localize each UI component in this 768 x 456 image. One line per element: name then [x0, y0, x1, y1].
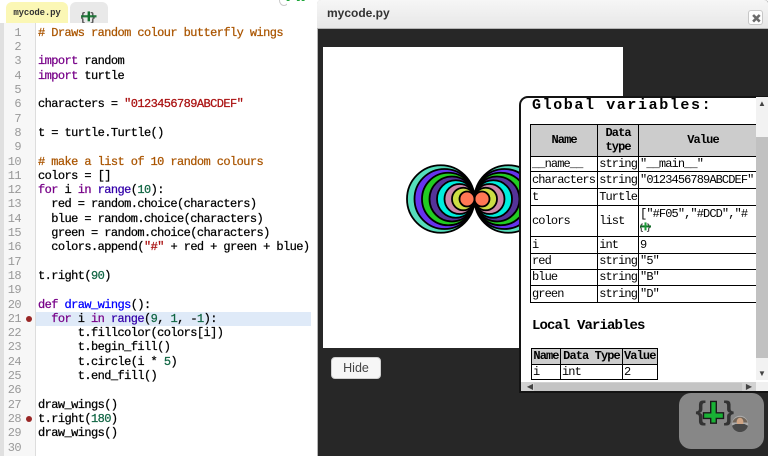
- svg-text:{: {: [696, 396, 707, 426]
